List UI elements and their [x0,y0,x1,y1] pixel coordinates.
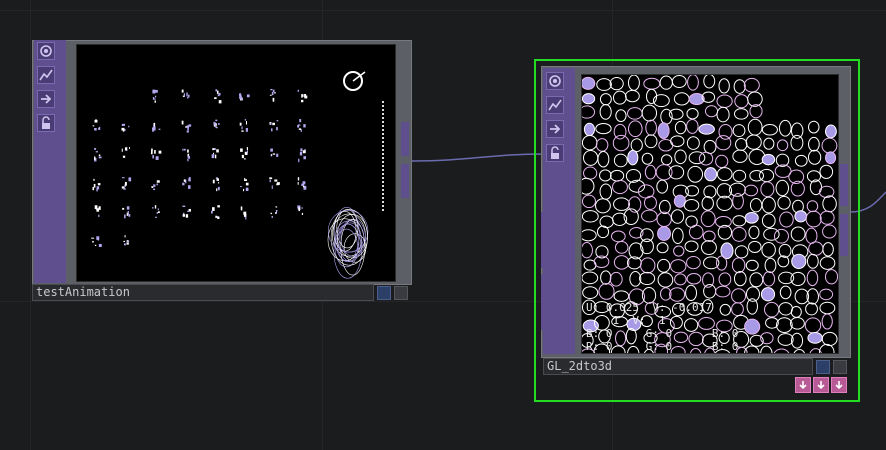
output-connector[interactable] [840,164,848,206]
down-arrow-icon[interactable] [831,377,847,393]
node-viewer-button[interactable] [816,360,830,374]
node-add-button[interactable] [833,360,847,374]
node-sidebar [34,40,66,283]
node-viewer: U: 0.025 V: -0.017 1 V: 1 B: 0 G: 0 B: 0… [581,74,839,354]
viewer-toggle-icon[interactable] [546,72,564,90]
node-viewer-button[interactable] [377,286,391,300]
node-viewer [76,44,396,282]
down-arrow-icon[interactable] [813,377,829,393]
input-connector[interactable] [541,212,547,268]
graph-icon[interactable] [546,96,564,114]
graph-icon[interactable] [37,66,55,84]
arrow-right-icon[interactable] [546,120,564,138]
node-gl-2dto3d[interactable]: U: 0.025 V: -0.017 1 V: 1 B: 0 G: 0 B: 0… [541,66,853,396]
pixel-readout-rgb2: R: 0 G: 0 B: 0 [586,340,739,353]
lock-icon[interactable] [546,144,564,162]
node-name-field[interactable]: testAnimation [32,284,374,301]
animation-preview [91,71,384,279]
viewer-toggle-icon[interactable] [37,42,55,60]
grid-line [30,0,31,450]
node-add-button[interactable] [394,286,408,300]
arrow-right-icon[interactable] [37,90,55,108]
down-arrow-icon[interactable] [795,377,811,393]
output-connector[interactable] [401,122,409,156]
node-name-field[interactable]: GL_2dto3d [543,358,813,375]
node-test-animation[interactable]: testAnimation [32,38,412,303]
output-connector[interactable] [401,164,409,198]
grid-line [0,10,886,11]
pixel-readout-uv2: 1 V: 1 [586,314,666,327]
output-connector[interactable] [840,214,848,256]
pixel-readout-uv: U: 0.025 V: -0.017 [586,301,712,314]
pixel-readout-rgb: B: 0 G: 0 B: 0 [586,327,739,340]
node-sidebar [543,68,575,354]
input-connector[interactable] [541,274,547,330]
lock-icon[interactable] [37,114,55,132]
